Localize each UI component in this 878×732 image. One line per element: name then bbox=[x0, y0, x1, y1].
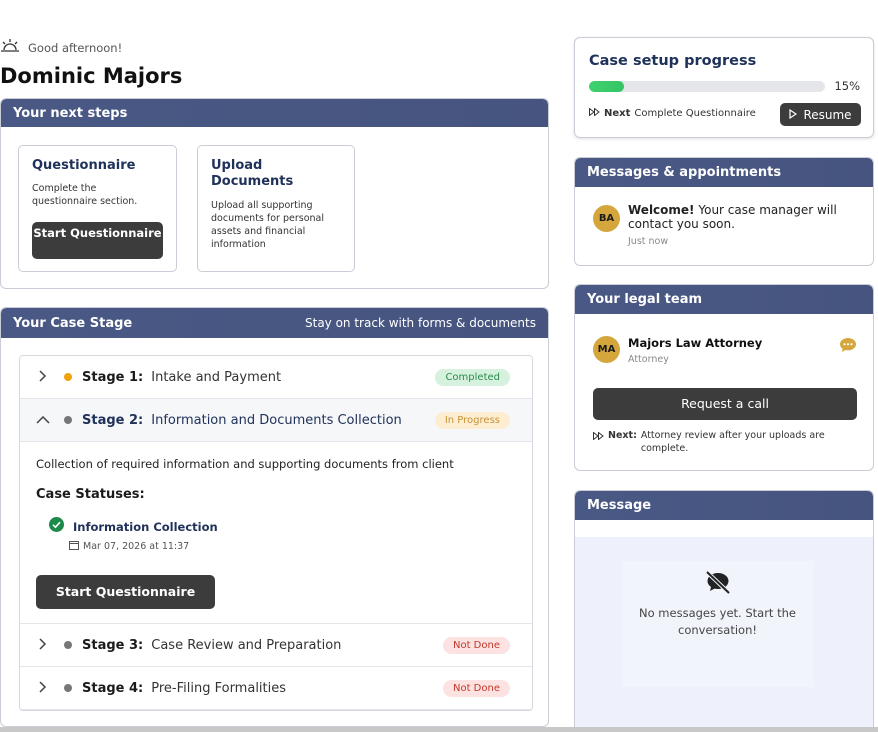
progress-next-row: Next Complete Questionnaire bbox=[589, 107, 756, 119]
case-stage-header: Your Case Stage Stay on track with forms… bbox=[1, 308, 548, 338]
stage-3-status-dot bbox=[64, 641, 72, 649]
message-empty-area: No messages yet. Start the conversation! bbox=[575, 537, 873, 730]
upload-documents-card-title: Upload Documents bbox=[211, 158, 294, 189]
stage-2-details: Collection of required information and s… bbox=[20, 442, 532, 624]
stage-1-name: Intake and Payment bbox=[151, 369, 282, 385]
avatar: MA bbox=[593, 336, 620, 363]
welcome-message: Welcome! Your case manager will contact … bbox=[628, 203, 863, 231]
empty-state: No messages yet. Start the conversation! bbox=[622, 561, 813, 687]
user-name: Dominic Majors bbox=[0, 64, 183, 88]
resume-button[interactable]: Resume bbox=[780, 103, 861, 126]
attorney-name: Majors Law Attorney bbox=[628, 336, 763, 350]
stage-2-label: Stage 2: bbox=[82, 412, 144, 428]
start-questionnaire-button[interactable]: Start Questionnaire bbox=[36, 575, 215, 609]
status-item: Information Collection bbox=[49, 517, 218, 536]
message-title: Message bbox=[587, 498, 652, 513]
legal-team-panel: Your legal team MA Majors Law Attorney A… bbox=[574, 284, 874, 471]
progress-bar-fill bbox=[589, 81, 625, 92]
avatar: BA bbox=[593, 205, 620, 232]
messages-panel: Messages & appointments BA Welcome! Your… bbox=[574, 157, 874, 266]
legal-next-text: Attorney review after your uploads are c… bbox=[640, 430, 825, 454]
greeting-text: Good afternoon! bbox=[28, 40, 123, 55]
stage-4-label: Stage 4: bbox=[82, 680, 144, 696]
attorney-role: Attorney bbox=[628, 354, 669, 365]
next-steps-panel: Your next steps Questionnaire Complete t… bbox=[0, 98, 549, 289]
stage-list: Stage 1: Intake and Payment Completed St… bbox=[19, 355, 533, 711]
progress-title: Case setup progress bbox=[589, 53, 757, 69]
stage-1-row[interactable]: Stage 1: Intake and Payment Completed bbox=[20, 356, 532, 399]
status-item-date-row: Mar 07, 2026 at 11:37 bbox=[69, 540, 189, 553]
progress-next-label: Next bbox=[604, 108, 631, 119]
stage-1-label: Stage 1: bbox=[82, 369, 144, 385]
stage-3-status-badge: Not Done bbox=[442, 636, 510, 654]
case-stage-panel: Your Case Stage Stay on track with forms… bbox=[0, 307, 549, 727]
questionnaire-card-title: Questionnaire bbox=[32, 158, 136, 173]
chevron-up-icon bbox=[36, 413, 50, 427]
chat-icon[interactable] bbox=[839, 337, 857, 357]
upload-documents-card-desc: Upload all supporting documents for pers… bbox=[211, 200, 325, 250]
legal-team-title: Your legal team bbox=[587, 292, 703, 307]
legal-team-header: Your legal team bbox=[575, 285, 873, 314]
stage-1-status-dot bbox=[64, 373, 72, 381]
fast-forward-icon bbox=[593, 429, 604, 455]
message-panel: Message No messages yet. Start the conve… bbox=[574, 490, 874, 730]
messages-header: Messages & appointments bbox=[575, 158, 873, 187]
check-circle-icon bbox=[49, 517, 64, 536]
legal-next-row: Next: Attorney review after your uploads… bbox=[593, 429, 841, 455]
sunset-icon bbox=[0, 38, 20, 57]
stage-4-row[interactable]: Stage 4: Pre-Filing Formalities Not Done bbox=[20, 667, 532, 710]
legal-next-label: Next: bbox=[608, 430, 637, 441]
stage-3-name: Case Review and Preparation bbox=[151, 637, 342, 653]
stage-4-status-dot bbox=[64, 684, 72, 692]
request-call-button[interactable]: Request a call bbox=[593, 388, 857, 420]
next-steps-header: Your next steps bbox=[1, 99, 548, 127]
welcome-bold: Welcome! bbox=[628, 203, 695, 217]
chat-off-icon bbox=[702, 569, 734, 599]
stage-2-status-badge: In Progress bbox=[434, 411, 510, 429]
questionnaire-card-desc: Complete the questionnaire section. bbox=[32, 183, 138, 207]
progress-next-text: Complete Questionnaire bbox=[634, 108, 756, 119]
resume-label: Resume bbox=[803, 107, 852, 122]
message-time: Just now bbox=[628, 236, 669, 247]
case-stage-subtitle: Stay on track with forms & documents bbox=[305, 316, 536, 330]
progress-percent: 15% bbox=[834, 79, 860, 93]
stage-1-status-badge: Completed bbox=[435, 368, 510, 386]
stage-3-label: Stage 3: bbox=[82, 637, 144, 653]
case-setup-progress-card: Case setup progress 15% Next Complete Qu… bbox=[574, 37, 874, 138]
chevron-right-icon bbox=[36, 369, 50, 385]
message-header: Message bbox=[575, 491, 873, 520]
stage-4-status-badge: Not Done bbox=[442, 679, 510, 697]
questionnaire-card: Questionnaire Complete the questionnaire… bbox=[18, 145, 177, 272]
messages-title: Messages & appointments bbox=[587, 165, 782, 180]
next-steps-title: Your next steps bbox=[13, 105, 128, 121]
empty-message-text: No messages yet. Start the conversation! bbox=[639, 606, 796, 637]
case-statuses-title: Case Statuses: bbox=[36, 487, 145, 502]
horizontal-scrollbar[interactable] bbox=[0, 727, 878, 732]
play-icon bbox=[789, 108, 798, 122]
status-item-date: Mar 07, 2026 at 11:37 bbox=[83, 541, 190, 552]
start-questionnaire-card-button[interactable]: Start Questionnaire bbox=[32, 222, 163, 259]
stage-2-row[interactable]: Stage 2: Information and Documents Colle… bbox=[20, 399, 532, 442]
chevron-right-icon bbox=[36, 680, 50, 696]
upload-documents-card[interactable]: Upload Documents Upload all supporting d… bbox=[197, 145, 355, 272]
calendar-icon bbox=[69, 540, 79, 553]
stage-3-row[interactable]: Stage 3: Case Review and Preparation Not… bbox=[20, 624, 532, 667]
status-item-name: Information Collection bbox=[73, 519, 218, 534]
case-stage-title: Your Case Stage bbox=[13, 315, 133, 331]
greeting: Good afternoon! bbox=[0, 38, 122, 57]
stage-4-name: Pre-Filing Formalities bbox=[151, 680, 287, 696]
stage-2-name: Information and Documents Collection bbox=[151, 412, 402, 428]
stage-2-status-dot bbox=[64, 416, 72, 424]
chevron-right-icon bbox=[36, 637, 50, 653]
stage-2-description: Collection of required information and s… bbox=[36, 457, 454, 471]
fast-forward-icon bbox=[589, 107, 600, 119]
progress-bar-track bbox=[589, 81, 825, 92]
